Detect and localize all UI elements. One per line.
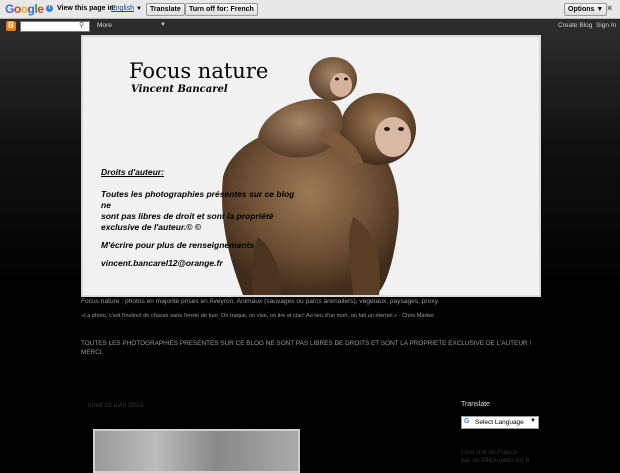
blogger-navbar: B ⚲ More ▼ Create Blog Sign In bbox=[0, 19, 620, 34]
header-banner[interactable]: Focus nature Vincent Bancarel Droits d'a… bbox=[81, 35, 541, 297]
google-logo: Google bbox=[5, 2, 44, 16]
language-selector[interactable]: English bbox=[111, 5, 134, 12]
sidebar-link-line: par un Afficionado sur 8 bbox=[461, 457, 530, 464]
sidebar-link[interactable]: Liste d'oi de France par un Afficionado … bbox=[461, 449, 529, 465]
language-select-label: Select Language bbox=[475, 419, 524, 426]
sidebar-link-line: Liste d'oi de France bbox=[461, 449, 518, 456]
turn-off-button[interactable]: Turn off for: French bbox=[185, 3, 258, 16]
blogger-icon[interactable]: B bbox=[6, 21, 16, 31]
blog-quote: «La photo, c'est l'instinct de chasse sa… bbox=[81, 313, 436, 319]
copyright-notice: Droits d'auteur: Toutes les photographie… bbox=[101, 167, 301, 269]
translate-prompt: View this page in: bbox=[57, 5, 116, 12]
options-button[interactable]: Options ▼ bbox=[564, 3, 608, 16]
blog-author: Vincent Bancarel bbox=[131, 84, 228, 95]
email-line: vincent.bancarel12@orange.fr bbox=[101, 258, 223, 268]
create-blog-link[interactable]: Create Blog bbox=[558, 22, 592, 29]
rights-heading: Droits d'auteur: bbox=[101, 167, 164, 177]
chevron-down-icon[interactable]: ▼ bbox=[530, 418, 536, 424]
google-g-icon: G bbox=[464, 418, 470, 425]
copyright-banner-text: TOUTES LES PHOTOGRAPHIES PRESENTES SUR C… bbox=[81, 340, 532, 356]
blog-title: Focus nature bbox=[129, 59, 269, 83]
rights-line: sont pas libres de droit et sont la prop… bbox=[101, 211, 274, 221]
search-icon[interactable]: ⚲ bbox=[79, 21, 84, 29]
rights-line: exclusive de l'auteur.© © bbox=[101, 222, 202, 232]
translate-bar: Google i View this page in: English ▼ Tr… bbox=[0, 0, 620, 19]
close-icon[interactable]: × bbox=[607, 3, 612, 13]
translate-button[interactable]: Translate bbox=[146, 3, 185, 16]
language-select[interactable]: G Select Language ▼ bbox=[461, 416, 539, 429]
more-menu[interactable]: More bbox=[97, 22, 112, 29]
blog-description: Focus nature : photos en majorité prises… bbox=[81, 298, 440, 305]
translate-widget-title: Translate bbox=[461, 401, 490, 408]
chevron-down-icon[interactable]: ▼ bbox=[136, 6, 142, 12]
chevron-down-icon[interactable]: ▼ bbox=[160, 22, 166, 28]
post-date: lundi 15 avril 2013 bbox=[88, 402, 144, 409]
rights-line: Toutes les photographies présentes sur c… bbox=[101, 189, 295, 210]
contact-line: M'écrire pour plus de renseignements bbox=[101, 240, 255, 250]
sign-in-link[interactable]: Sign In bbox=[596, 22, 616, 29]
post-image[interactable] bbox=[93, 429, 300, 473]
info-icon: i bbox=[46, 5, 53, 12]
